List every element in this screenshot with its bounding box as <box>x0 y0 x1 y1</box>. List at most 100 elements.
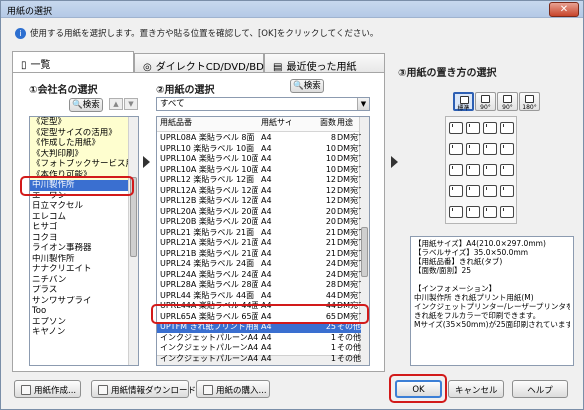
paper-size-cell: A4 <box>261 280 272 289</box>
cancel-button[interactable]: キャンセル <box>448 380 504 398</box>
paper-filter-select[interactable]: すべて ▼ <box>156 97 370 111</box>
orientation-rotate-minus-90-button[interactable]: 90° <box>497 92 518 111</box>
paper-size-cell: A4 <box>261 259 272 268</box>
download-paper-info-button[interactable]: 用紙情報ダウンロード <box>91 380 196 398</box>
paper-list-row[interactable]: UPRL10 楽貼ラベル 10面 A4 10DM宛て <box>157 144 361 155</box>
company-list-item[interactable]: ニチバン <box>30 275 138 286</box>
company-list-item[interactable]: コクヨ <box>30 233 138 244</box>
close-button[interactable]: ✕ <box>549 2 579 17</box>
paper-list-header: 用紙品番 用紙サイズ 面数 用途 <box>157 117 361 132</box>
company-list-item[interactable]: ヒサゴ <box>30 222 138 233</box>
orientation-rotate-90-button[interactable]: 90° <box>475 92 496 111</box>
label-cell-preview <box>483 185 497 197</box>
paper-list-row[interactable]: UPRL12A 楽貼ラベル 12面A4 12DM宛て <box>157 186 361 197</box>
paper-list-row[interactable]: インクジェットパルーンA4... A4 1 その他 <box>157 354 361 365</box>
company-list-item[interactable]: Too <box>30 306 138 317</box>
tab-list[interactable]: ▯ 一覧 <box>12 51 134 73</box>
company-search-button[interactable]: 🔍検索 <box>69 98 103 112</box>
company-list-item[interactable]: 《大判印刷》 <box>30 148 138 159</box>
paper-size-cell: A4 <box>261 290 272 300</box>
paper-details-box: 【用紙サイズ】A4(210.0×297.0mm) 【ラベルサイズ】35.0×50.… <box>410 236 574 366</box>
company-list-scrollbar[interactable] <box>128 117 138 365</box>
tab-recent[interactable]: ▤ 最近使った用紙 <box>264 53 385 73</box>
paper-list-row[interactable]: UPRL24 楽貼ラベル 24面 A4 24DM宛て <box>157 259 361 270</box>
face-count-cell: 21 <box>325 248 336 258</box>
arrow-right-icon <box>391 156 398 168</box>
header-face-count[interactable]: 面数 <box>292 117 336 128</box>
face-count-cell: 1 <box>330 332 336 342</box>
header-usage[interactable]: 用途 <box>337 117 361 128</box>
paper-list-row[interactable]: インクジェットパルーンA4... A4 1 その他 <box>157 333 361 344</box>
paper-list-row[interactable]: UPRL21A 楽貼ラベル 21面A4 21DM宛て <box>157 238 361 249</box>
usage-cell: DM宛て <box>337 269 361 279</box>
usage-cell: DM宛て <box>337 185 361 195</box>
company-list-item[interactable]: 《定型サイズの活用》 <box>30 127 138 138</box>
company-list-item[interactable]: ナナクリエイト <box>30 264 138 275</box>
paper-search-button[interactable]: 🔍検索 <box>290 79 324 93</box>
company-list-item[interactable]: 《フォトブックサービス用》 <box>30 159 138 170</box>
header-part-number[interactable]: 用紙品番 <box>160 117 258 128</box>
company-list-item[interactable]: エレコム <box>30 212 138 223</box>
info-message: i 使用する用紙を選択します。置き方や貼る位置を確認して、[OK]をクリックしてく… <box>15 27 575 39</box>
label-cell-preview <box>449 185 463 197</box>
paper-list-row[interactable]: UPRL21B 楽貼ラベル 21面A4 21DM宛て <box>157 249 361 260</box>
company-list-item[interactable]: サンワサプライ <box>30 296 138 307</box>
company-list-item[interactable]: 《作成した用紙》 <box>30 138 138 149</box>
label-cell-preview <box>500 185 514 197</box>
paper-list-row[interactable]: UPRL24A 楽貼ラベル 24面A4 24DM宛て <box>157 270 361 281</box>
detail-line: きれ紙をフルカラーで印刷できます。 <box>414 311 541 320</box>
orientation-rotate-180-button[interactable]: 180° <box>519 92 540 111</box>
paper-list-row[interactable]: UPRL12 楽貼ラベル 12面 A4 12DM宛て <box>157 175 361 186</box>
label-cell-preview <box>483 122 497 134</box>
company-list-item[interactable]: プラス <box>30 285 138 296</box>
info-text: 使用する用紙を選択します。置き方や貼る位置を確認して、[OK]をクリックしてくだ… <box>30 29 379 39</box>
paper-list-row[interactable]: UPRL44 楽貼ラベル 44面 A4 44DM宛て <box>157 291 361 302</box>
face-count-cell: 20 <box>325 206 336 216</box>
paper-size-cell: A4 <box>261 154 272 163</box>
paper-list-row[interactable]: UPRL21 楽貼ラベル 21面 A4 21DM宛て <box>157 228 361 239</box>
label-cell-preview <box>466 164 480 176</box>
detail-line: 【ラベルサイズ】35.0×50.0mm <box>414 248 529 257</box>
detail-line: Mサイズ(35×50mm)が25面印刷されています。 <box>414 320 570 329</box>
company-list-item[interactable]: 中川製作所 <box>30 254 138 265</box>
face-count-cell: 21 <box>325 227 336 237</box>
usage-cell: DM宛て <box>337 217 361 226</box>
orientation-standard-button[interactable]: 標準 <box>453 92 474 112</box>
detail-line: 中川製作所 きれ紙プリント用紙(M) <box>414 293 534 302</box>
move-down-button[interactable]: ▼ <box>124 98 138 110</box>
company-list[interactable]: 《定型》 《定型サイズの活用》 《作成した用紙》 《大判印刷》 《フォトブックサービス用… <box>29 116 139 366</box>
download-paper-info-label: 用紙情報ダウンロード <box>111 386 197 396</box>
company-list-item[interactable]: キヤノン <box>30 327 138 338</box>
face-count-cell: 1 <box>330 353 336 363</box>
company-list-item[interactable]: ライオン事務器 <box>30 243 138 254</box>
paper-list-row[interactable]: インクジェットパルーンA4... A4 1 その他 <box>157 343 361 354</box>
company-list-item[interactable]: 《定型》 <box>30 117 138 128</box>
buy-paper-button[interactable]: 用紙の購入... <box>196 380 270 398</box>
rotate-90-icon <box>481 95 490 103</box>
paper-size-cell: A4 <box>261 227 272 237</box>
paper-list-row[interactable]: UPRL20A 楽貼ラベル 20面A4 20DM宛て <box>157 207 361 218</box>
part-number-cell: UPRL20B 楽貼ラベル 20面 <box>160 217 258 226</box>
usage-cell: DM宛て <box>337 206 361 216</box>
label-cell-preview <box>449 206 463 218</box>
paper-list-row[interactable]: UPRL20B 楽貼ラベル 20面A4 20DM宛て <box>157 217 361 228</box>
part-number-cell: UPRL08A 楽貼ラベル 8面 <box>160 133 255 142</box>
part-number-cell: UPRL44 楽貼ラベル 44面 <box>160 290 255 300</box>
paper-search-label: 検索 <box>303 81 321 91</box>
create-paper-button[interactable]: 用紙作成... <box>14 380 81 398</box>
company-list-item[interactable]: 日立マクセル <box>30 201 138 212</box>
help-button[interactable]: ヘルプ <box>512 380 568 398</box>
company-list-item[interactable]: エプソン <box>30 317 138 328</box>
paper-list-row[interactable]: UPRL12B 楽貼ラベル 12面A4 12DM宛て <box>157 196 361 207</box>
paper-list[interactable]: 用紙品番 用紙サイズ 面数 用途 UPRL08A 楽貼ラベル 8面A48DM宛て… <box>156 116 370 366</box>
header-paper-size[interactable]: 用紙サイズ <box>261 117 291 128</box>
move-up-button[interactable]: ▲ <box>109 98 123 110</box>
create-paper-label: 用紙作成... <box>34 386 77 396</box>
paper-list-row[interactable]: UPRL10A 楽貼ラベル 10面A4 10DM宛て <box>157 165 361 176</box>
part-number-cell: UPRL24 楽貼ラベル 24面 <box>160 259 255 268</box>
paper-list-row[interactable]: UPRL08A 楽貼ラベル 8面 A4 8DM宛て <box>157 133 361 144</box>
paper-list-row[interactable]: UPRL10A 楽貼ラベル 10面A4 10DM宛て <box>157 154 361 165</box>
paper-list-row[interactable]: UPRL28A 楽貼ラベル 28面A4 28DM宛て <box>157 280 361 291</box>
face-count-cell: 12 <box>325 185 336 195</box>
tab-direct-cd[interactable]: ◎ ダイレクトCD/DVD/BD <box>134 53 264 73</box>
